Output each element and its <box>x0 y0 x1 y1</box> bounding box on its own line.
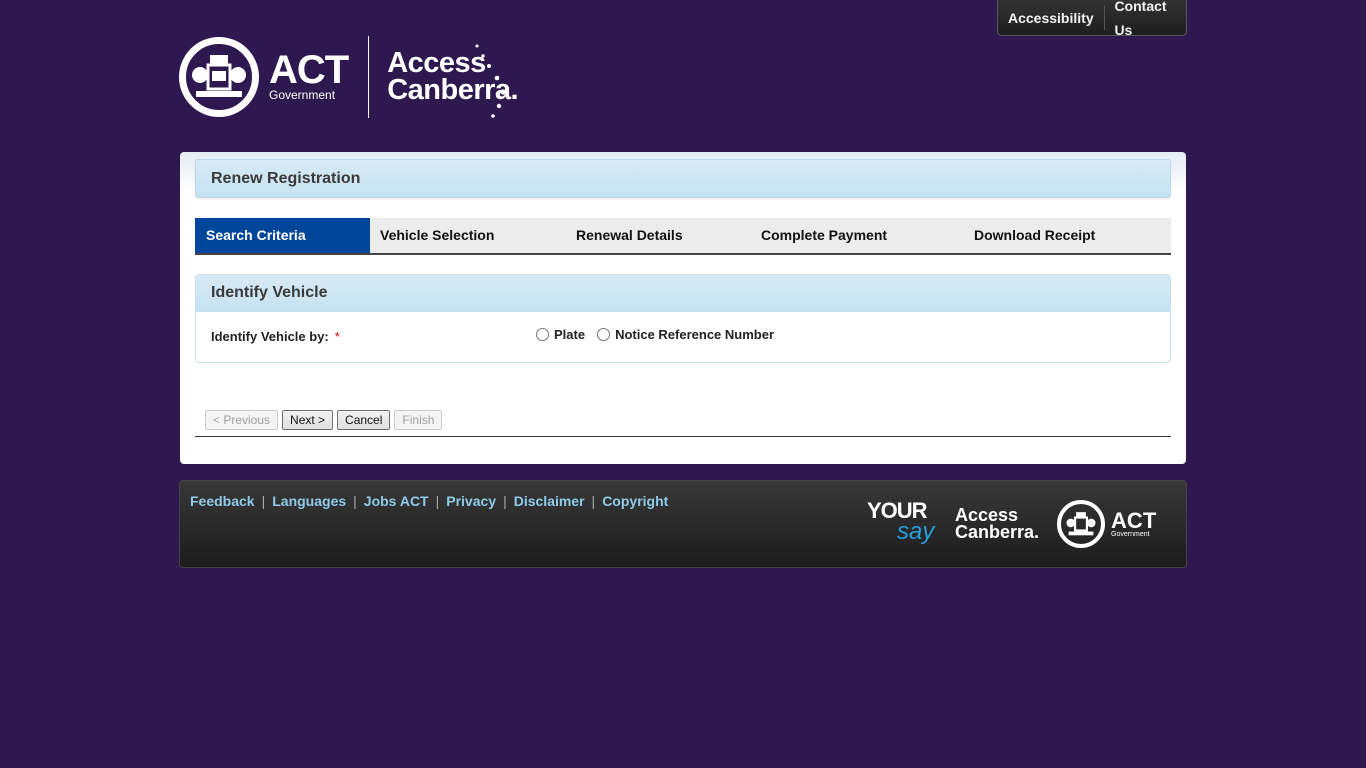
link-separator: | <box>353 493 357 509</box>
yoursay-logo[interactable]: YOUR say <box>867 498 939 550</box>
section-header: Identify Vehicle <box>196 275 1170 312</box>
header-logos[interactable]: ACT Government Access Canberra. <box>179 35 519 119</box>
page-title-bar: Renew Registration <box>195 159 1171 198</box>
identify-vehicle-radio-group: Plate Notice Reference Number <box>536 327 786 342</box>
languages-link[interactable]: Languages <box>272 493 346 509</box>
footer-act-logo-text[interactable]: ACT Government <box>1111 507 1157 538</box>
divider <box>195 436 1171 437</box>
disclaimer-link[interactable]: Disclaimer <box>514 493 585 509</box>
field-label-text: Identify Vehicle by: <box>211 329 329 344</box>
utility-nav: Accessibility Contact Us <box>997 0 1187 38</box>
footer-logos: YOUR say Access Canberra. ACT Government <box>867 497 1156 551</box>
radio-option-plate[interactable]: Plate <box>536 327 585 342</box>
step-vehicle-selection[interactable]: Vehicle Selection <box>370 218 566 253</box>
accessibility-link[interactable]: Accessibility <box>998 6 1104 30</box>
feedback-link[interactable]: Feedback <box>190 493 255 509</box>
notice-reference-label[interactable]: Notice Reference Number <box>615 327 774 342</box>
contact-us-link[interactable]: Contact Us <box>1104 0 1186 42</box>
privacy-link[interactable]: Privacy <box>446 493 496 509</box>
jobs-act-link[interactable]: Jobs ACT <box>364 493 429 509</box>
step-search-criteria[interactable]: Search Criteria <box>195 218 370 253</box>
radio-option-notice-reference[interactable]: Notice Reference Number <box>597 327 774 342</box>
step-renewal-details[interactable]: Renewal Details <box>566 218 751 253</box>
footer-act-title: ACT <box>1111 507 1157 533</box>
footer: Feedback | Languages | Jobs ACT | Privacy | … <box>179 480 1187 568</box>
section-title: Identify Vehicle <box>211 284 328 301</box>
finish-button[interactable]: Finish <box>394 410 443 430</box>
main-panel: Renew Registration Search Criteria Vehic… <box>180 152 1186 464</box>
act-title: ACT <box>269 48 349 92</box>
footer-act-subtitle: Government <box>1111 530 1150 538</box>
identify-vehicle-label: Identify Vehicle by: * <box>211 329 340 344</box>
footer-act-crest-icon <box>1057 500 1106 548</box>
act-crest-icon <box>179 37 259 117</box>
previous-button[interactable]: < Previous <box>205 410 279 430</box>
footer-access-canberra-logo[interactable]: Access Canberra. <box>955 506 1040 542</box>
step-download-receipt[interactable]: Download Receipt <box>964 218 1171 253</box>
plate-radio[interactable] <box>536 328 549 341</box>
link-separator: | <box>261 493 266 509</box>
identify-vehicle-section: Identify Vehicle Identify Vehicle by: * P… <box>195 274 1171 363</box>
copyright-link[interactable]: Copyright <box>602 493 668 509</box>
next-button[interactable]: Next > <box>282 410 334 430</box>
link-separator: | <box>591 493 596 509</box>
footer-ac-line2: Canberra. <box>955 522 1040 542</box>
page-title: Renew Registration <box>211 170 361 187</box>
logo-divider <box>368 36 370 118</box>
required-marker: * <box>334 329 340 344</box>
footer-links: Feedback | Languages | Jobs ACT | Privacy | … <box>190 493 668 509</box>
link-separator: | <box>435 493 440 509</box>
cancel-button[interactable]: Cancel <box>337 410 391 430</box>
act-government-logo-text: ACT Government <box>269 48 349 102</box>
wizard-steps: Search Criteria Vehicle Selection Renewa… <box>195 218 1171 255</box>
wizard-buttons: < Previous Next > Cancel Finish <box>205 410 443 430</box>
access-canberra-logo: Access Canberra. <box>387 44 519 118</box>
stars-dots-icon <box>475 44 506 118</box>
notice-reference-radio[interactable] <box>597 328 611 341</box>
yoursay-line2: say <box>897 518 935 545</box>
link-separator: | <box>503 493 507 509</box>
plate-label[interactable]: Plate <box>554 327 585 342</box>
step-complete-payment[interactable]: Complete Payment <box>751 218 964 253</box>
